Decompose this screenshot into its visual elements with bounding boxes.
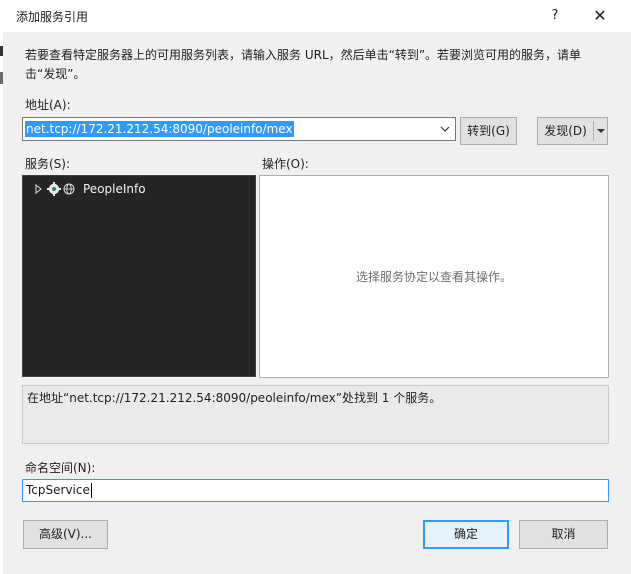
services-tree[interactable]: PeopleInfo [22, 175, 256, 377]
cancel-button[interactable]: 取消 [519, 520, 608, 549]
globe-icon [63, 183, 75, 195]
go-button[interactable]: 转到(G) [460, 117, 517, 145]
address-combobox[interactable]: net.tcp://172.21.212.54:8090/peoleinfo/m… [22, 117, 456, 141]
dialog-title: 添加服务引用 [16, 10, 89, 24]
operations-hint: 选择服务协定以查看其操作。 [355, 270, 512, 284]
background-window-edge [0, 32, 3, 574]
discover-button[interactable]: 发现(D) [538, 118, 593, 144]
discover-split-button[interactable]: 发现(D) [537, 117, 608, 145]
address-label: 地址(A): [25, 98, 71, 112]
text-caret [91, 483, 92, 498]
operations-label: 操作(O): [262, 157, 309, 171]
expand-arrow-icon[interactable] [35, 184, 43, 194]
gear-icon [47, 182, 61, 196]
tree-item-label: PeopleInfo [83, 182, 146, 196]
close-button[interactable]: ✕ [586, 4, 614, 28]
status-box: 在地址“net.tcp://172.21.212.54:8090/peolein… [22, 385, 609, 444]
dropdown-arrow-icon[interactable] [595, 118, 607, 144]
namespace-value[interactable]: TcpService [26, 483, 90, 498]
services-label: 服务(S): [25, 157, 71, 171]
status-text: 在地址“net.tcp://172.21.212.54:8090/peolein… [27, 391, 442, 405]
operations-panel[interactable]: 选择服务协定以查看其操作。 [259, 175, 609, 378]
title-bar [0, 0, 631, 32]
namespace-label: 命名空间(N): [25, 461, 96, 475]
address-input[interactable]: net.tcp://172.21.212.54:8090/peoleinfo/m… [25, 121, 294, 137]
ok-button[interactable]: 确定 [423, 520, 509, 549]
namespace-input[interactable]: TcpService [22, 479, 609, 502]
split-divider [593, 121, 594, 141]
chevron-down-icon[interactable] [438, 120, 452, 138]
instructions-text: 若要查看特定服务器上的可用服务列表，请输入服务 URL，然后单击“转到”。若要浏… [25, 48, 582, 81]
advanced-button[interactable]: 高级(V)... [23, 520, 108, 549]
help-button[interactable]: ? [541, 4, 569, 28]
